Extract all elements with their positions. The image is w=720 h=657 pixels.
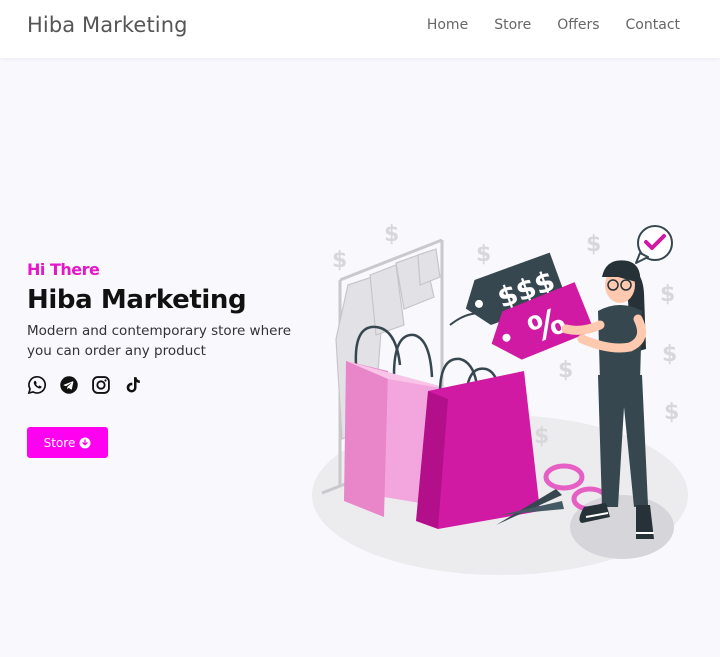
dollar-symbol: $	[476, 242, 491, 267]
hero-section: Hi There Hiba Marketing Modern and conte…	[27, 260, 317, 395]
hero-title: Hiba Marketing	[27, 285, 247, 315]
dollar-symbol: $	[332, 248, 347, 273]
nav-link-home[interactable]: Home	[427, 17, 468, 33]
instagram-icon[interactable]	[91, 375, 111, 395]
hero-description: Modern and contemporary store where you …	[27, 323, 292, 359]
social-links	[27, 375, 317, 395]
store-button[interactable]: Store	[27, 427, 108, 458]
store-button-label: Store	[43, 435, 76, 450]
dollar-symbol: $	[534, 424, 549, 449]
dollar-symbol: $	[384, 222, 399, 247]
nav-link-offers[interactable]: Offers	[557, 17, 599, 33]
navbar: Hiba Marketing Home Store Offers Contact	[0, 0, 720, 58]
dollar-symbol: $	[586, 232, 601, 257]
dollar-symbol: $	[664, 400, 679, 425]
dollar-symbol: $	[558, 358, 573, 383]
tiktok-icon[interactable]	[123, 375, 143, 395]
telegram-icon[interactable]	[59, 375, 79, 395]
arrow-down-circle-icon	[79, 437, 91, 448]
shopping-illustration: $ $ $ $ $ $ $ $ $ $$$ %	[312, 222, 688, 575]
dollar-symbol: $	[662, 342, 677, 367]
brand-logo-text[interactable]: Hiba Marketing	[27, 13, 188, 37]
nav-link-contact[interactable]: Contact	[626, 17, 680, 33]
shopping-bag-dark	[416, 357, 540, 529]
whatsapp-icon[interactable]	[27, 375, 47, 395]
person-shadow	[570, 495, 674, 559]
dollar-symbol: $	[660, 282, 675, 307]
nav-links: Home Store Offers Contact	[427, 17, 680, 33]
check-bubble-icon	[635, 225, 673, 264]
hero-greeting: Hi There	[27, 260, 100, 279]
nav-link-store[interactable]: Store	[494, 17, 531, 33]
